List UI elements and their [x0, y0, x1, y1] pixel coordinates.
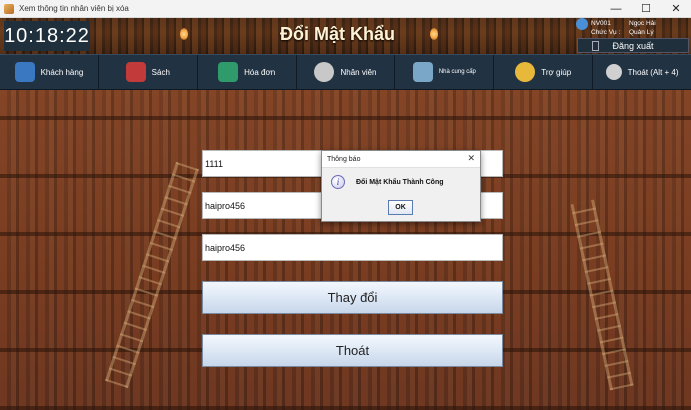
dialog-title-bar: Thông báo ✕	[322, 151, 480, 168]
nav-item-label: Nhân viên	[340, 67, 377, 77]
close-window-button[interactable]: ✕	[661, 0, 691, 18]
field-value: haipro456	[205, 200, 246, 211]
nav-item-label: Sách	[151, 67, 170, 77]
info-icon: i	[331, 175, 345, 189]
nav-item-help[interactable]: Trợ giúp	[494, 55, 594, 89]
window-title: Xem thông tin nhân viên bị xóa	[19, 4, 129, 13]
dialog-close-button[interactable]: ✕	[467, 153, 475, 164]
user-info: NV001 Ngọc Hải Chức Vụ : Quản Lý Đăng xu…	[574, 18, 691, 54]
lamp-icon	[430, 28, 438, 40]
nav-item-suppliers[interactable]: Nhà cung cấp	[395, 55, 495, 89]
clock: 10:18:22	[4, 21, 90, 51]
nav-item-label: Nhà cung cấp	[438, 69, 476, 75]
lamp-icon	[180, 28, 188, 40]
nav-item-employees[interactable]: Nhân viên	[297, 55, 396, 89]
customer-icon	[14, 62, 35, 82]
nav-item-invoices[interactable]: Hóa đơn	[198, 55, 297, 89]
field-value: 1111	[205, 158, 224, 169]
nav-item-customers[interactable]: Khách hàng	[0, 55, 99, 89]
dialog-title: Thông báo	[327, 155, 361, 163]
page-title: Đổi Mật Khẩu	[280, 24, 395, 44]
nav-item-books[interactable]: Sách	[99, 55, 198, 89]
dialog-message: Đổi Mật Khẩu Thành Công	[356, 179, 444, 186]
field-value: haipro456	[205, 242, 246, 253]
logout-button[interactable]: Đăng xuất	[577, 38, 689, 53]
app-icon	[4, 3, 14, 14]
confirm-password-field[interactable]: haipro456	[202, 234, 503, 261]
logout-label: Đăng xuất	[612, 40, 654, 51]
nav-item-label: Trợ giúp	[541, 67, 572, 77]
notification-dialog: Thông báo ✕ i Đổi Mật Khẩu Thành Công OK	[321, 150, 481, 222]
nav-bar: Khách hàng Sách Hóa đơn Nhân viên Nhà cu…	[0, 54, 691, 90]
change-password-button[interactable]: Thay đổi	[202, 281, 503, 314]
nav-item-label: Thoát (Alt + 4)	[627, 67, 679, 77]
nav-item-label: Khách hàng	[40, 67, 84, 77]
ok-button[interactable]: OK	[388, 200, 413, 215]
help-icon	[515, 62, 536, 82]
exit-icon	[605, 64, 622, 80]
window-title-bar: Xem thông tin nhân viên bị xóa — ☐ ✕	[0, 0, 691, 18]
avatar	[576, 18, 588, 30]
invoice-icon	[218, 62, 239, 82]
user-role-label: Chức Vụ :	[591, 29, 621, 36]
book-icon	[125, 62, 146, 82]
nav-item-exit[interactable]: Thoát (Alt + 4)	[593, 55, 691, 89]
user-name: Ngọc Hải	[629, 20, 656, 27]
header-banner: 10:18:22 Đổi Mật Khẩu NV001 Ngọc Hải Chứ…	[0, 18, 691, 54]
exit-button[interactable]: Thoát	[202, 334, 503, 367]
nav-item-label: Hóa đơn	[244, 67, 276, 77]
employee-icon	[314, 62, 335, 82]
maximize-button[interactable]: ☐	[631, 0, 661, 18]
user-role: Quản Lý	[629, 29, 654, 36]
minimize-button[interactable]: —	[601, 0, 631, 18]
supplier-icon	[412, 62, 433, 82]
user-id: NV001	[591, 20, 611, 27]
logout-icon	[592, 41, 599, 51]
